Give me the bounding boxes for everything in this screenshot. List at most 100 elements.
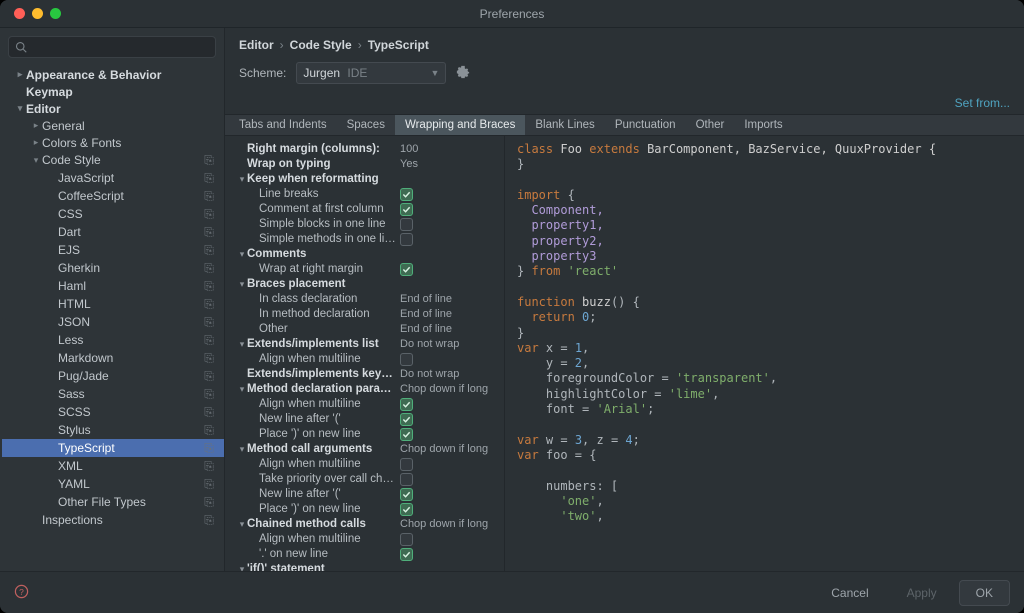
checkbox[interactable]: [400, 488, 413, 501]
option-row[interactable]: ▾Method declaration parametersChop down …: [233, 382, 500, 397]
option-row[interactable]: Extends/implements keywordDo not wrap: [233, 367, 500, 382]
checkbox[interactable]: [400, 473, 413, 486]
sidebar-item-json[interactable]: JSON⎘: [2, 313, 224, 331]
option-row[interactable]: Simple methods in one line: [233, 232, 500, 247]
option-value[interactable]: 100: [396, 142, 496, 157]
sidebar-item-coffeescript[interactable]: CoffeeScript⎘: [2, 187, 224, 205]
sidebar-item-inspections[interactable]: Inspections⎘: [2, 511, 224, 529]
zoom-icon[interactable]: [50, 8, 61, 19]
option-value[interactable]: End of line: [396, 307, 496, 322]
sidebar-item-pug-jade[interactable]: Pug/Jade⎘: [2, 367, 224, 385]
sidebar-item-keymap[interactable]: Keymap: [2, 83, 224, 100]
option-value[interactable]: Chop down if long: [396, 517, 496, 532]
sidebar-item-xml[interactable]: XML⎘: [2, 457, 224, 475]
search-input[interactable]: [31, 40, 209, 54]
option-value[interactable]: Do not wrap: [396, 337, 496, 352]
sidebar-item-appearance-behavior[interactable]: ▸Appearance & Behavior: [2, 66, 224, 83]
sidebar-item-dart[interactable]: Dart⎘: [2, 223, 224, 241]
sidebar-item-general[interactable]: ▸General: [2, 117, 224, 134]
option-row[interactable]: Comment at first column: [233, 202, 500, 217]
tab-punctuation[interactable]: Punctuation: [605, 115, 686, 135]
option-row[interactable]: Align when multiline: [233, 352, 500, 367]
option-row[interactable]: ▾Extends/implements listDo not wrap: [233, 337, 500, 352]
sidebar-item-markdown[interactable]: Markdown⎘: [2, 349, 224, 367]
option-row[interactable]: Wrap on typingYes: [233, 157, 500, 172]
option-value[interactable]: Yes: [396, 157, 496, 172]
checkbox[interactable]: [400, 533, 413, 546]
option-row[interactable]: ▾Chained method callsChop down if long: [233, 517, 500, 532]
option-row[interactable]: Place ')' on new line: [233, 427, 500, 442]
breadcrumb-segment[interactable]: Code Style: [290, 38, 352, 52]
checkbox[interactable]: [400, 413, 413, 426]
sidebar-item-sass[interactable]: Sass⎘: [2, 385, 224, 403]
option-value[interactable]: Chop down if long: [396, 382, 496, 397]
option-row[interactable]: New line after '(': [233, 487, 500, 502]
ok-button[interactable]: OK: [959, 580, 1010, 606]
cancel-button[interactable]: Cancel: [815, 581, 884, 605]
sidebar-item-haml[interactable]: Haml⎘: [2, 277, 224, 295]
minimize-icon[interactable]: [32, 8, 43, 19]
checkbox[interactable]: [400, 188, 413, 201]
sidebar-item-stylus[interactable]: Stylus⎘: [2, 421, 224, 439]
breadcrumb-segment[interactable]: TypeScript: [368, 38, 429, 52]
tab-blank-lines[interactable]: Blank Lines: [525, 115, 604, 135]
sidebar-item-editor[interactable]: ▾Editor: [2, 100, 224, 117]
option-row[interactable]: ▾Comments: [233, 247, 500, 262]
option-row[interactable]: New line after '(': [233, 412, 500, 427]
sidebar-item-scss[interactable]: SCSS⎘: [2, 403, 224, 421]
tab-spaces[interactable]: Spaces: [337, 115, 395, 135]
option-row[interactable]: Align when multiline: [233, 532, 500, 547]
tab-imports[interactable]: Imports: [734, 115, 792, 135]
sidebar-item-yaml[interactable]: YAML⎘: [2, 475, 224, 493]
option-row[interactable]: ▾Keep when reformatting: [233, 172, 500, 187]
option-row[interactable]: Align when multiline: [233, 457, 500, 472]
checkbox[interactable]: [400, 218, 413, 231]
checkbox[interactable]: [400, 548, 413, 561]
option-value[interactable]: Chop down if long: [396, 442, 496, 457]
option-row[interactable]: Wrap at right margin: [233, 262, 500, 277]
option-row[interactable]: Line breaks: [233, 187, 500, 202]
tab-other[interactable]: Other: [686, 115, 735, 135]
checkbox[interactable]: [400, 428, 413, 441]
option-row[interactable]: Simple blocks in one line: [233, 217, 500, 232]
checkbox[interactable]: [400, 398, 413, 411]
sidebar-item-css[interactable]: CSS⎘: [2, 205, 224, 223]
option-row[interactable]: In method declarationEnd of line: [233, 307, 500, 322]
option-row[interactable]: In class declarationEnd of line: [233, 292, 500, 307]
search-field[interactable]: [8, 36, 216, 58]
set-from-link[interactable]: Set from...: [955, 96, 1010, 110]
scheme-select[interactable]: Jurgen IDE ▼: [296, 62, 446, 84]
breadcrumb-segment[interactable]: Editor: [239, 38, 274, 52]
close-icon[interactable]: [14, 8, 25, 19]
option-value[interactable]: End of line: [396, 292, 496, 307]
option-row[interactable]: OtherEnd of line: [233, 322, 500, 337]
option-value[interactable]: Do not wrap: [396, 367, 496, 382]
checkbox[interactable]: [400, 263, 413, 276]
sidebar-item-other-file-types[interactable]: Other File Types⎘: [2, 493, 224, 511]
sidebar-item-ejs[interactable]: EJS⎘: [2, 241, 224, 259]
sidebar-item-less[interactable]: Less⎘: [2, 331, 224, 349]
sidebar-item-code-style[interactable]: ▾Code Style⎘: [2, 151, 224, 169]
option-row[interactable]: Align when multiline: [233, 397, 500, 412]
checkbox[interactable]: [400, 203, 413, 216]
sidebar-item-html[interactable]: HTML⎘: [2, 295, 224, 313]
sidebar-item-gherkin[interactable]: Gherkin⎘: [2, 259, 224, 277]
option-row[interactable]: Place ')' on new line: [233, 502, 500, 517]
option-row[interactable]: ▾'if()' statement: [233, 562, 500, 571]
option-row[interactable]: Take priority over call chain wrapping: [233, 472, 500, 487]
checkbox[interactable]: [400, 503, 413, 516]
tab-tabs-and-indents[interactable]: Tabs and Indents: [229, 115, 337, 135]
option-value[interactable]: End of line: [396, 322, 496, 337]
help-icon[interactable]: ?: [14, 584, 29, 602]
checkbox[interactable]: [400, 353, 413, 366]
option-row[interactable]: ▾Braces placement: [233, 277, 500, 292]
sidebar-item-colors-fonts[interactable]: ▸Colors & Fonts: [2, 134, 224, 151]
sidebar-item-typescript[interactable]: TypeScript⎘: [2, 439, 224, 457]
option-row[interactable]: '.' on new line: [233, 547, 500, 562]
checkbox[interactable]: [400, 458, 413, 471]
checkbox[interactable]: [400, 233, 413, 246]
option-row[interactable]: Right margin (columns):100: [233, 142, 500, 157]
gear-icon[interactable]: [456, 65, 470, 82]
sidebar-item-javascript[interactable]: JavaScript⎘: [2, 169, 224, 187]
apply-button[interactable]: Apply: [891, 581, 953, 605]
